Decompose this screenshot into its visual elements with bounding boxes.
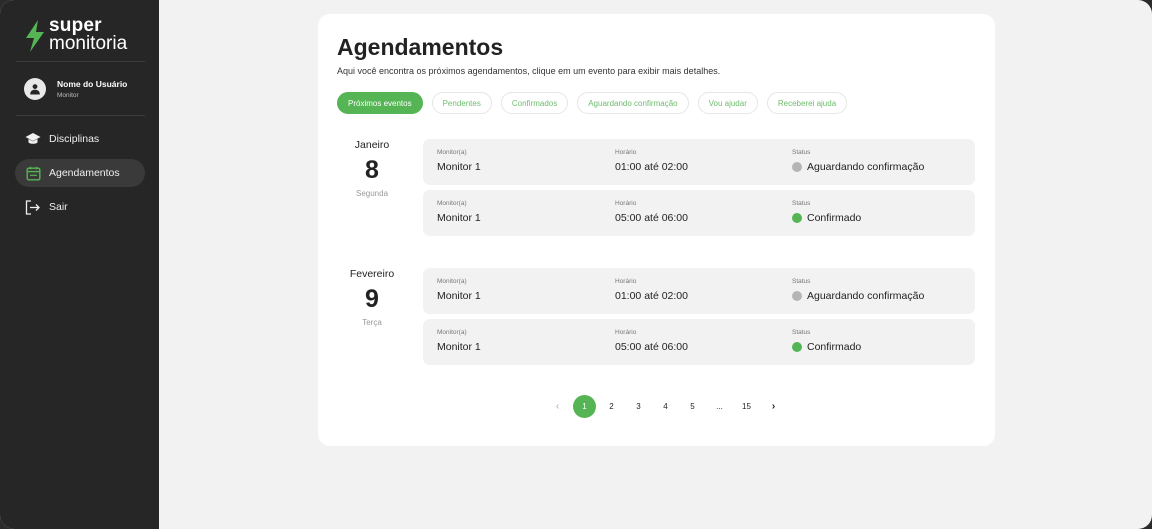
filter-vou-ajudar[interactable]: Vou ajudar [697, 92, 758, 114]
page-subtitle: Aqui você encontra os próximos agendamen… [337, 66, 721, 76]
nav-item-label: Disciplinas [49, 133, 100, 145]
next-page-button[interactable]: › [762, 395, 785, 418]
monitor-name: Monitor 1 [437, 212, 481, 224]
status-value: Aguardando confirmação [807, 161, 925, 173]
user-name: Nome do Usuário [57, 79, 128, 89]
status-label: Status [792, 149, 811, 156]
time-label: Horário [615, 200, 637, 207]
status-dot-icon [792, 342, 802, 352]
time-label: Horário [615, 149, 637, 156]
date-month: Janeiro [354, 139, 390, 151]
status-dot-icon [792, 291, 802, 301]
app-frame: super monitoria Nome do Usuário Monitor [0, 0, 1152, 529]
time-value: 05:00 até 06:00 [615, 341, 688, 353]
user-profile[interactable]: Nome do Usuário Monitor [24, 78, 127, 100]
status-label: Status [792, 329, 811, 336]
prev-page-button[interactable]: ‹ [546, 395, 569, 418]
nav-item-label: Sair [49, 201, 68, 213]
page-button-5[interactable]: 5 [681, 395, 704, 418]
monitor-label: Monitor(a) [437, 149, 467, 156]
time-label: Horário [615, 278, 637, 285]
monitor-label: Monitor(a) [437, 200, 467, 207]
appointments-card: Agendamentos Aqui você encontra os próxi… [318, 14, 995, 446]
divider [16, 61, 145, 62]
pagination: ‹ 1 2 3 4 5 ... 15 › [546, 395, 789, 418]
filter-aguardando-confirmacao[interactable]: Aguardando confirmação [577, 92, 689, 114]
time-value: 05:00 até 06:00 [615, 212, 688, 224]
page-ellipsis: ... [716, 402, 723, 411]
event-card[interactable]: Monitor(a) Monitor 1 Horário 05:00 até 0… [423, 319, 975, 365]
event-card[interactable]: Monitor(a) Monitor 1 Horário 01:00 até 0… [423, 268, 975, 314]
page-button-4[interactable]: 4 [654, 395, 677, 418]
page-button-2[interactable]: 2 [600, 395, 623, 418]
event-card[interactable]: Monitor(a) Monitor 1 Horário 01:00 até 0… [423, 139, 975, 185]
filter-pendentes[interactable]: Pendentes [431, 92, 492, 114]
date-day: 8 [365, 156, 379, 184]
page-button-15[interactable]: 15 [735, 395, 758, 418]
status-dot-icon [792, 162, 802, 172]
monitor-name: Monitor 1 [437, 290, 481, 302]
calendar-icon [25, 165, 41, 181]
status-label: Status [792, 200, 811, 207]
logout-icon [25, 199, 41, 215]
filter-tabs: Próximos eventos Pendentes Confirmados A… [337, 92, 856, 114]
page-title: Agendamentos [337, 34, 504, 60]
status-value: Confirmado [807, 341, 862, 353]
filter-proximos-eventos[interactable]: Próximos eventos [337, 92, 423, 114]
user-icon [24, 78, 46, 100]
nav-item-sair[interactable]: Sair [15, 193, 145, 221]
status-value: Aguardando confirmação [807, 290, 925, 302]
filter-confirmados[interactable]: Confirmados [500, 92, 569, 114]
lightning-bolt-icon [26, 20, 44, 52]
monitor-label: Monitor(a) [437, 329, 467, 336]
nav-item-disciplinas[interactable]: Disciplinas [15, 125, 145, 153]
user-role: Monitor [57, 92, 79, 99]
date-month: Fevereiro [349, 268, 395, 280]
page-button-3[interactable]: 3 [627, 395, 650, 418]
nav-item-agendamentos[interactable]: Agendamentos [15, 159, 145, 187]
date-weekday: Terça [362, 318, 382, 327]
status-dot-icon [792, 213, 802, 223]
nav-item-label: Agendamentos [49, 167, 120, 179]
page-button-1[interactable]: 1 [573, 395, 596, 418]
date-group-heading: Janeiro 8 Segunda [337, 139, 407, 198]
status-label: Status [792, 278, 811, 285]
date-weekday: Segunda [355, 189, 389, 198]
event-card[interactable]: Monitor(a) Monitor 1 Horário 05:00 até 0… [423, 190, 975, 236]
date-group-heading: Fevereiro 9 Terça [337, 268, 407, 327]
filter-receberei-ajuda[interactable]: Receberei ajuda [766, 92, 848, 114]
divider [16, 115, 145, 116]
status-value: Confirmado [807, 212, 862, 224]
monitor-name: Monitor 1 [437, 341, 481, 353]
sidebar: super monitoria Nome do Usuário Monitor [0, 0, 159, 529]
time-value: 01:00 até 02:00 [615, 161, 688, 173]
graduation-cap-icon [25, 131, 41, 147]
monitor-name: Monitor 1 [437, 161, 481, 173]
monitor-label: Monitor(a) [437, 278, 467, 285]
time-value: 01:00 até 02:00 [615, 290, 688, 302]
date-day: 9 [365, 285, 379, 313]
logo[interactable]: super monitoria [24, 16, 128, 54]
time-label: Horário [615, 329, 637, 336]
logo-text-monitoria: monitoria [49, 33, 128, 54]
